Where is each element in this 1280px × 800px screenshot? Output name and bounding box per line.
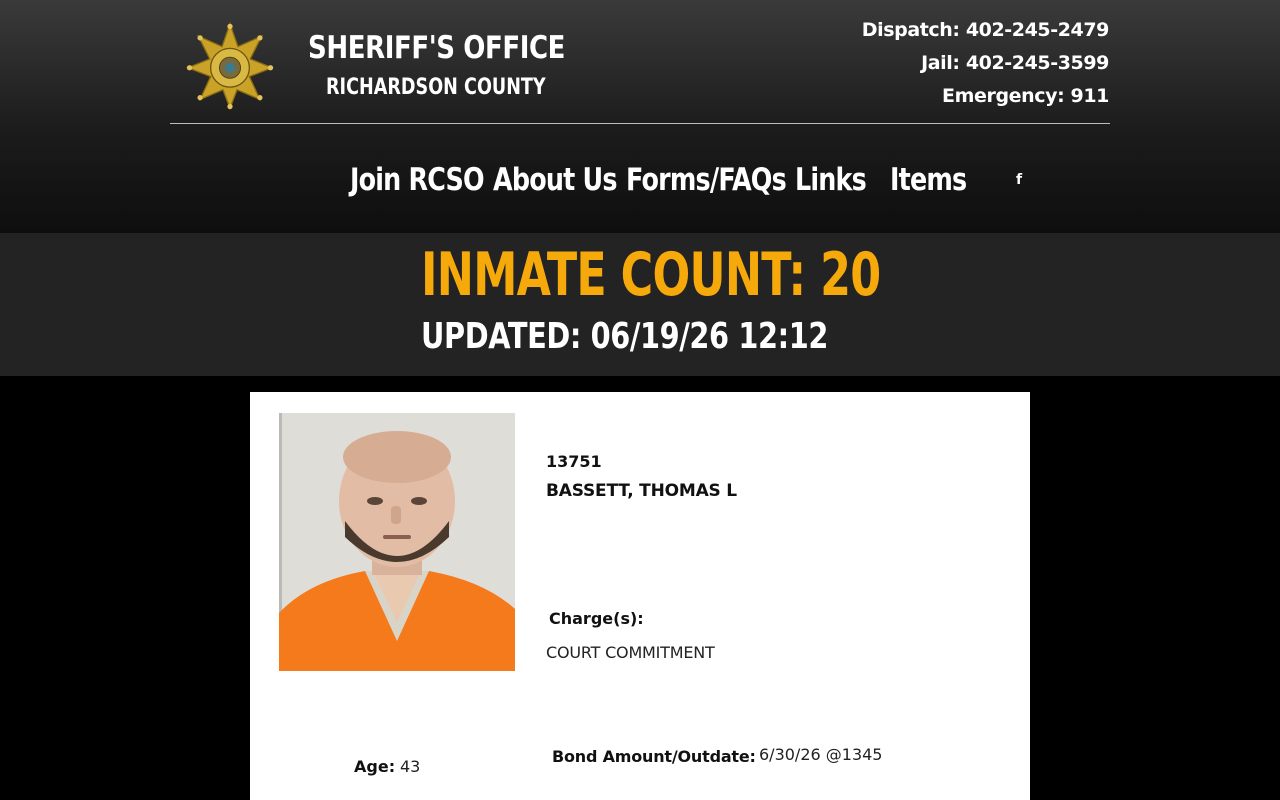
inmate-card: 13751 BASSETT, THOMAS L Charge(s): COURT…	[250, 392, 1030, 800]
inmate-name: BASSETT, THOMAS L	[546, 481, 737, 501]
booking-number: 13751	[546, 452, 602, 471]
facebook-icon[interactable]: f	[1011, 171, 1027, 189]
inmate-photo[interactable]	[279, 413, 515, 671]
nav-item-about-us[interactable]: About Us	[493, 162, 617, 198]
inmate-count: INMATE COUNT: 20	[421, 240, 881, 310]
age-label: Age:	[354, 757, 396, 776]
charges-label: Charge(s):	[549, 609, 644, 628]
updated-timestamp: UPDATED: 06/19/26 12:12	[421, 316, 828, 357]
emergency-phone[interactable]: Emergency: 911	[862, 82, 1109, 115]
bond-value: 6/30/26 @1345	[759, 745, 883, 764]
sheriff-star-badge-icon[interactable]	[186, 22, 274, 110]
nav-item-items[interactable]: Items	[890, 162, 967, 198]
nav-item-forms-faqs[interactable]: Forms/FAQs	[626, 162, 787, 198]
age-value: 43	[400, 757, 421, 776]
jail-phone[interactable]: Jail: 402-245-3599	[862, 49, 1109, 82]
bond-label: Bond Amount/Outdate:	[552, 747, 756, 766]
charges-value: COURT COMMITMENT	[546, 643, 715, 662]
contact-info: Dispatch: 402-245-2479 Jail: 402-245-359…	[862, 16, 1110, 115]
site-subtitle: RICHARDSON COUNTY	[326, 75, 546, 100]
nav-item-join-rcso[interactable]: Join RCSO	[350, 162, 485, 198]
header-divider	[170, 123, 1110, 124]
site-title: SHERIFF'S OFFICE	[308, 30, 566, 66]
nav-item-links[interactable]: Links	[795, 162, 868, 198]
dispatch-phone[interactable]: Dispatch: 402-245-2479	[862, 16, 1110, 49]
site-header: SHERIFF'S OFFICE RICHARDSON COUNTY Dispa…	[0, 0, 1280, 233]
main-nav: Join RCSO About Us Forms/FAQs Links Item…	[350, 160, 976, 200]
